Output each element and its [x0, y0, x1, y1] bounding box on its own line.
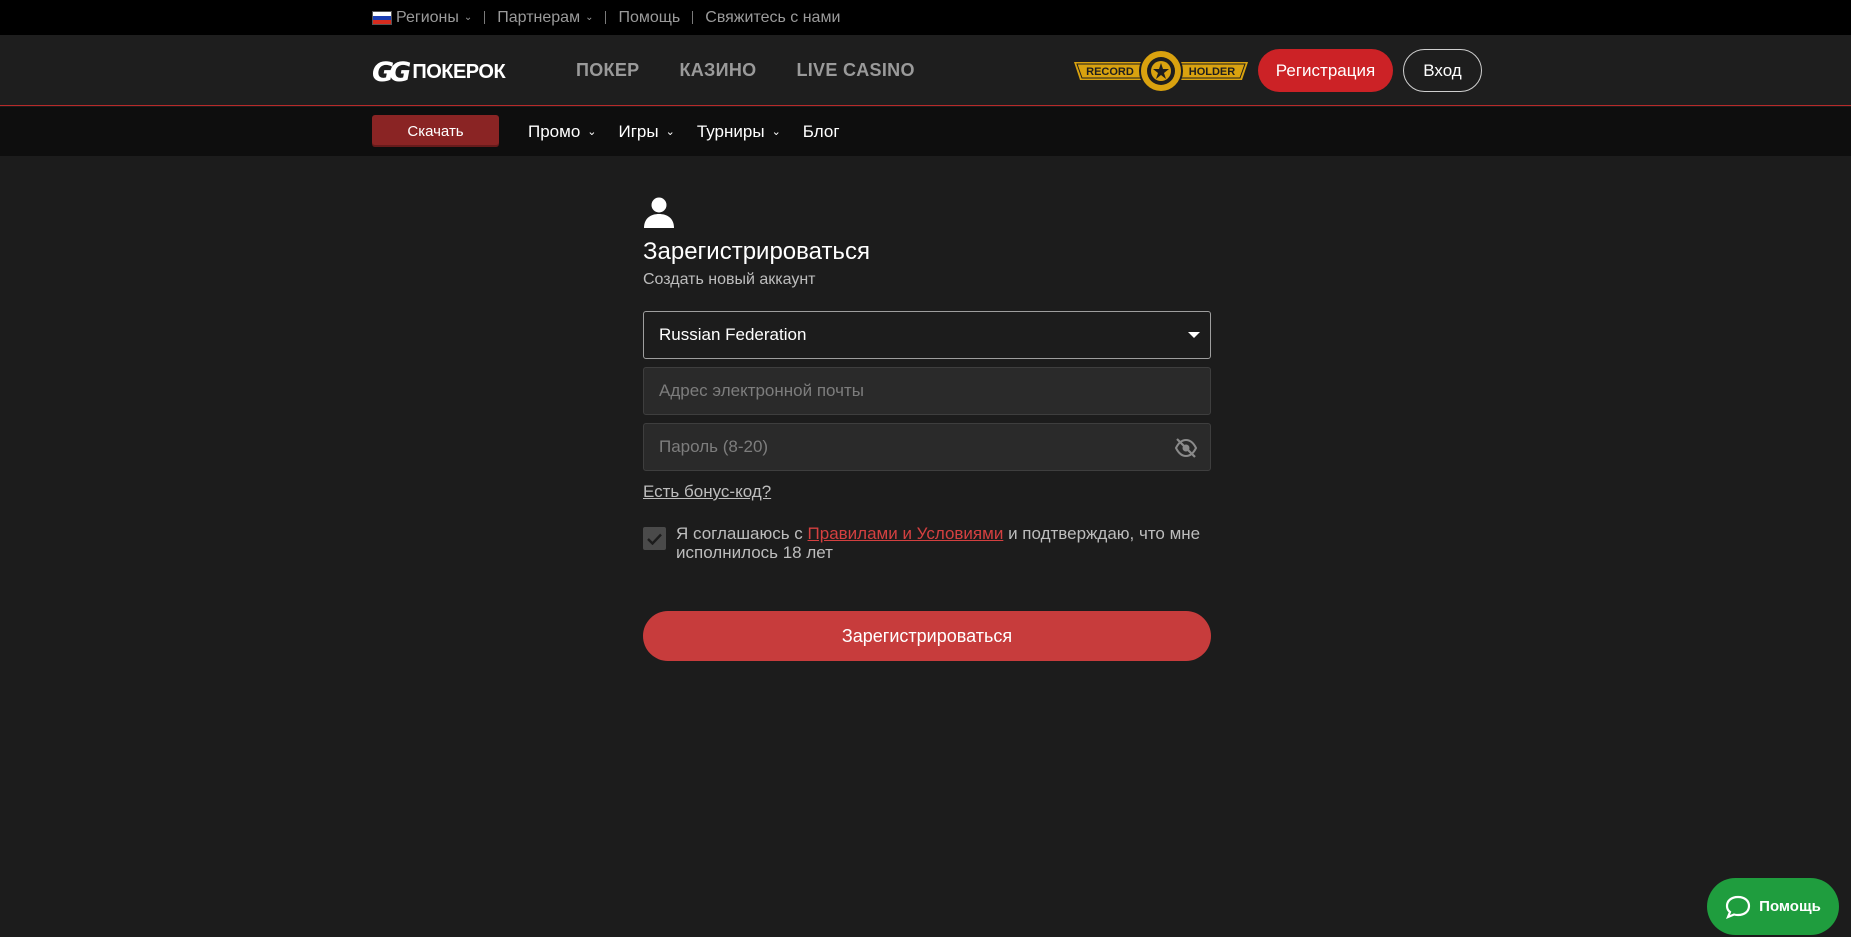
checkmark-icon	[647, 533, 662, 545]
help-chat-label: Помощь	[1759, 898, 1821, 915]
divider	[692, 11, 694, 24]
country-value: Russian Federation	[659, 325, 807, 344]
badge-holder-text: HOLDER	[1189, 66, 1236, 78]
register-button[interactable]: Регистрация	[1258, 49, 1393, 92]
help-link[interactable]: Помощь	[618, 9, 680, 27]
main-nav: ПОКЕР КАЗИНО LIVE CASINO	[576, 35, 915, 106]
nav-casino[interactable]: КАЗИНО	[679, 60, 756, 81]
main-header: GG ПОКЕРОК ПОКЕР КАЗИНО LIVE CASINO RECO…	[0, 35, 1851, 106]
partners-label: Партнерам	[497, 8, 581, 26]
top-utility-bar: Регионы ⌄ Партнерам ⌄ Помощь Свяжитесь с…	[0, 0, 1851, 35]
chevron-down-icon: ⌄	[585, 12, 594, 23]
sub-nav-bar: Скачать Промо ⌄ Игры ⌄ Турниры ⌄ Блог	[0, 107, 1851, 156]
terms-checkbox[interactable]	[643, 527, 666, 550]
subnav-blog-label: Блог	[802, 121, 840, 141]
subnav-blog[interactable]: Блог	[803, 122, 840, 142]
nav-live-casino[interactable]: LIVE CASINO	[796, 60, 914, 81]
login-button[interactable]: Вход	[1403, 49, 1482, 92]
contact-link[interactable]: Свяжитесь с нами	[705, 9, 840, 27]
chevron-down-icon: ⌄	[665, 126, 675, 138]
subnav-games-label: Игры	[618, 121, 659, 141]
logo-text: ПОКЕРОК	[412, 60, 506, 83]
gg-logo-icon: GG	[372, 56, 411, 88]
form-title: Зарегистрироваться	[643, 238, 870, 265]
chevron-down-icon: ⌄	[771, 126, 781, 138]
subnav-promo[interactable]: Промо ⌄	[528, 122, 597, 142]
top-utility-links: Регионы ⌄ Партнерам ⌄ Помощь Свяжитесь с…	[372, 0, 840, 35]
registration-form: Зарегистрироваться Создать новый аккаунт…	[643, 196, 1211, 661]
password-field-wrapper	[643, 423, 1211, 471]
divider	[605, 11, 607, 24]
guinness-record-holder-badge: RECORD HOLDER	[1074, 49, 1248, 93]
partners-dropdown[interactable]: Партнерам ⌄	[497, 9, 593, 27]
download-button[interactable]: Скачать	[372, 115, 499, 147]
help-chat-button[interactable]: Помощь	[1707, 878, 1839, 935]
country-select[interactable]: Russian Federation	[643, 311, 1211, 359]
password-field[interactable]	[659, 437, 1155, 457]
terms-link[interactable]: Правилами и Условиями	[808, 524, 1004, 543]
terms-text: Я соглашаюсь с Правилами и Условиями и п…	[676, 524, 1211, 562]
subnav-promo-label: Промо	[528, 121, 581, 141]
russia-flag-icon	[372, 10, 392, 25]
terms-prefix: Я соглашаюсь с	[676, 524, 803, 543]
nav-poker[interactable]: ПОКЕР	[576, 60, 639, 81]
site-logo[interactable]: GG ПОКЕРОК	[372, 56, 506, 88]
regions-label: Регионы	[396, 8, 459, 26]
chevron-down-icon: ⌄	[463, 12, 473, 23]
submit-register-button[interactable]: Зарегистрироваться	[643, 611, 1211, 661]
email-field-wrapper	[643, 367, 1211, 415]
bonus-code-link[interactable]: Есть бонус-код?	[643, 482, 771, 502]
eye-off-icon[interactable]	[1174, 437, 1198, 459]
user-icon	[644, 197, 674, 228]
chevron-down-icon: ⌄	[587, 126, 597, 138]
form-subtitle: Создать новый аккаунт	[643, 271, 816, 288]
badge-record-text: RECORD	[1086, 66, 1134, 78]
subnav-tournaments[interactable]: Турниры ⌄	[697, 122, 781, 142]
subnav-games[interactable]: Игры ⌄	[619, 122, 675, 142]
subnav-tournaments-label: Турниры	[696, 121, 765, 141]
regions-dropdown[interactable]: Регионы ⌄	[372, 9, 472, 27]
caret-down-icon	[1188, 332, 1200, 338]
chat-bubble-icon	[1726, 895, 1751, 919]
email-field[interactable]	[659, 381, 1155, 401]
divider	[484, 11, 486, 24]
terms-agreement: Я соглашаюсь с Правилами и Условиями и п…	[643, 524, 1211, 562]
sub-nav: Промо ⌄ Игры ⌄ Турниры ⌄ Блог	[528, 107, 840, 156]
